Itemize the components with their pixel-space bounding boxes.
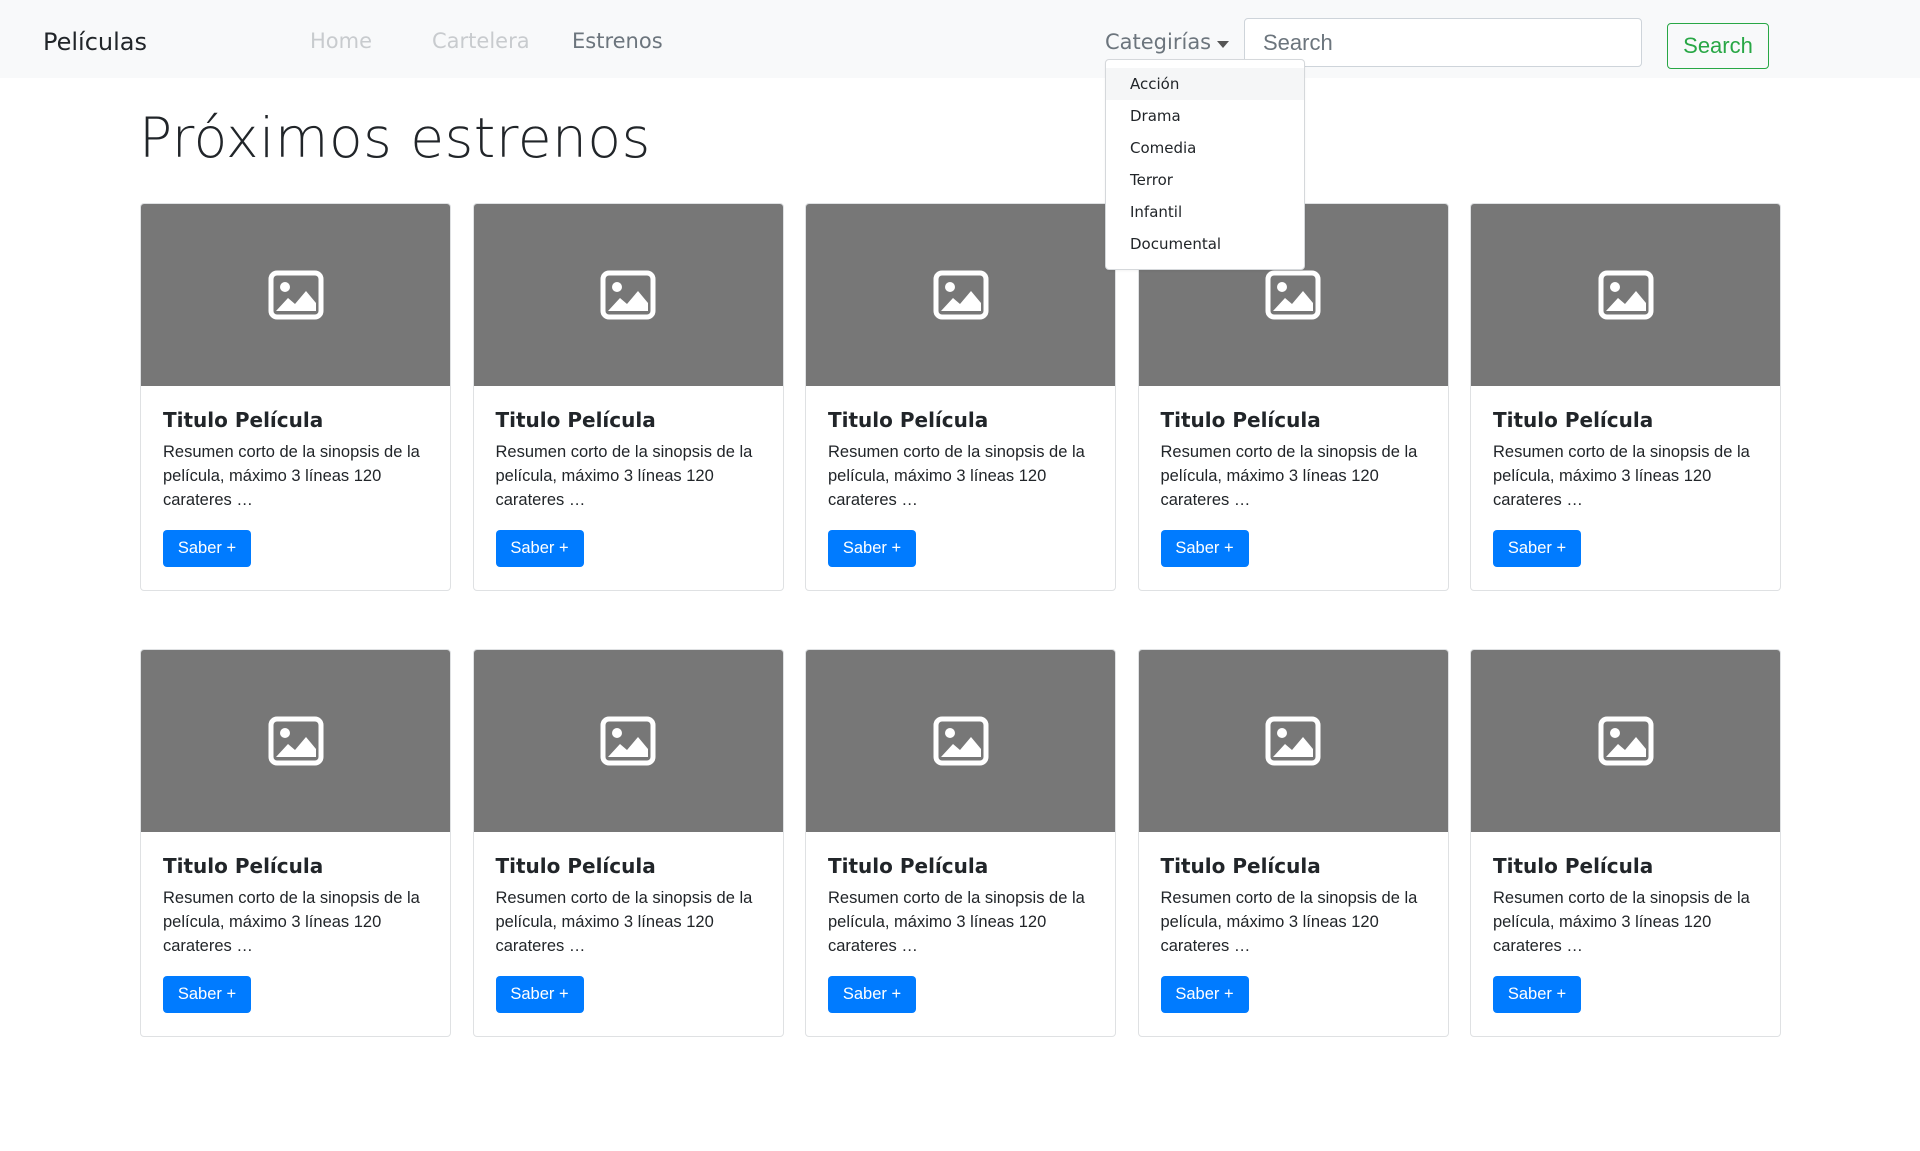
card-text: Resumen corto de la sinopsis de la pelíc… [1493,443,1750,509]
image-placeholder-icon [1265,270,1321,320]
card-title: Titulo Película [163,408,324,432]
card-body: Titulo Película Resumen corto de la sino… [806,386,1115,567]
movie-card: Titulo Película Resumen corto de la sino… [805,649,1116,1037]
card-text: Resumen corto de la sinopsis de la pelíc… [1160,889,1418,955]
card-text: Resumen corto de la sinopsis de la pelíc… [1493,889,1750,955]
saber-mas-button[interactable]: Saber + [828,530,916,567]
movie-card: Titulo Película Resumen corto de la sino… [140,649,451,1037]
movie-card: Titulo Película Resumen corto de la sino… [1470,203,1781,591]
saber-mas-button[interactable]: Saber + [828,976,916,1013]
card-image-placeholder [473,650,783,832]
card-title: Titulo Película [495,854,656,878]
image-placeholder-icon [600,716,656,766]
card-text: Resumen corto de la sinopsis de la pelíc… [1160,443,1418,509]
card-image-placeholder [1471,650,1780,832]
saber-mas-button[interactable]: Saber + [495,976,584,1013]
saber-mas-button[interactable]: Saber + [163,976,251,1013]
movie-card: Titulo Película Resumen corto de la sino… [140,203,451,591]
card-body: Titulo Película Resumen corto de la sino… [141,386,450,567]
saber-mas-button[interactable]: Saber + [495,530,584,567]
saber-mas-button[interactable]: Saber + [1160,530,1249,567]
card-text: Resumen corto de la sinopsis de la pelíc… [163,889,420,955]
dropdown-item-documental[interactable]: Documental [1106,228,1304,260]
image-placeholder-icon [1598,716,1653,766]
categories-dropdown-menu: Acción Drama Comedia Terror Infantil Doc… [1105,59,1305,270]
movie-card: Titulo Película Resumen corto de la sino… [472,203,784,591]
dropdown-item-accion[interactable]: Acción [1106,68,1304,100]
card-text: Resumen corto de la sinopsis de la pelíc… [828,443,1085,509]
image-placeholder-icon [600,270,656,320]
saber-mas-button[interactable]: Saber + [1160,976,1249,1013]
card-image-placeholder [1138,650,1448,832]
card-title: Titulo Película [828,408,989,432]
card-image-placeholder [141,650,450,832]
card-text: Resumen corto de la sinopsis de la pelíc… [495,443,753,509]
card-text: Resumen corto de la sinopsis de la pelíc… [495,889,753,955]
card-title: Titulo Película [1160,408,1321,432]
card-body: Titulo Película Resumen corto de la sino… [474,832,783,1013]
image-placeholder-icon [268,716,323,766]
saber-mas-button[interactable]: Saber + [163,530,251,567]
card-body: Titulo Película Resumen corto de la sino… [1471,386,1780,567]
movie-card: Titulo Película Resumen corto de la sino… [1470,649,1781,1037]
saber-mas-button[interactable]: Saber + [1493,530,1581,567]
movie-card: Titulo Película Resumen corto de la sino… [1137,649,1449,1037]
card-title: Titulo Película [1160,854,1321,878]
card-title: Titulo Película [163,854,324,878]
page-title: Próximos estrenos [139,106,651,170]
card-image-placeholder [1471,204,1780,386]
card-body: Titulo Película Resumen corto de la sino… [1471,832,1780,1013]
image-placeholder-icon [1265,716,1321,766]
card-text: Resumen corto de la sinopsis de la pelíc… [828,889,1085,955]
image-placeholder-icon [1598,270,1653,320]
nav-link-home[interactable]: Home [310,29,372,53]
card-body: Titulo Película Resumen corto de la sino… [1139,832,1448,1013]
card-body: Titulo Película Resumen corto de la sino… [141,832,450,1013]
image-placeholder-icon [933,270,988,320]
card-image-placeholder [806,650,1115,832]
card-image-placeholder [806,204,1115,386]
caret-down-icon [1217,40,1230,48]
movie-card-grid: Titulo Película Resumen corto de la sino… [140,203,1781,1037]
nav-link-cartelera[interactable]: Cartelera [432,29,530,53]
card-image-placeholder [473,204,783,386]
card-body: Titulo Película Resumen corto de la sino… [1139,386,1448,567]
image-placeholder-icon [268,270,323,320]
card-title: Titulo Película [828,854,989,878]
dropdown-item-comedia[interactable]: Comedia [1106,132,1304,164]
categories-dropdown-toggle[interactable]: Categirías [1105,30,1230,54]
movie-card: Titulo Película Resumen corto de la sino… [805,203,1116,591]
categories-dropdown-label: Categirías [1105,30,1212,54]
navbar-brand[interactable]: Películas [43,28,147,56]
card-title: Titulo Película [1493,854,1654,878]
dropdown-item-drama[interactable]: Drama [1106,100,1304,132]
saber-mas-button[interactable]: Saber + [1493,976,1581,1013]
card-image-placeholder [141,204,450,386]
navbar: Películas Home Cartelera Estrenos Categi… [0,0,1920,78]
card-body: Titulo Película Resumen corto de la sino… [806,832,1115,1013]
search-button[interactable]: Search [1667,23,1769,69]
image-placeholder-icon [933,716,988,766]
movie-card: Titulo Película Resumen corto de la sino… [472,649,784,1037]
dropdown-item-infantil[interactable]: Infantil [1106,196,1304,228]
nav-link-estrenos[interactable]: Estrenos [572,29,663,53]
card-body: Titulo Película Resumen corto de la sino… [474,386,783,567]
card-title: Titulo Película [1493,408,1654,432]
card-title: Titulo Película [495,408,656,432]
dropdown-item-terror[interactable]: Terror [1106,164,1304,196]
card-text: Resumen corto de la sinopsis de la pelíc… [163,443,420,509]
